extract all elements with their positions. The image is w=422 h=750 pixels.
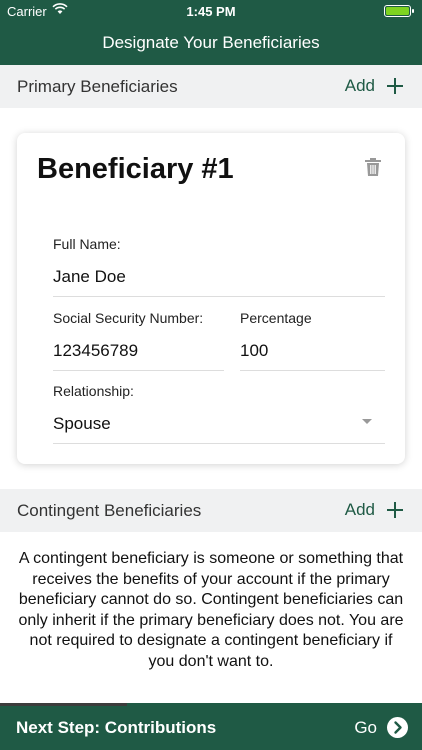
header: Carrier 1:45 PM Designate Your Beneficia… bbox=[0, 0, 422, 65]
clock: 1:45 PM bbox=[186, 4, 236, 19]
beneficiary-title: Beneficiary #1 bbox=[37, 153, 234, 185]
relationship-underline bbox=[53, 443, 385, 444]
battery-icon bbox=[384, 5, 414, 17]
relationship-label: Relationship: bbox=[53, 383, 134, 399]
next-step-bar[interactable]: Next Step: Contributions Go bbox=[0, 706, 422, 750]
beneficiary-card: Beneficiary #1 Full Name: Jane Doe Socia… bbox=[17, 133, 405, 464]
status-bar: Carrier 1:45 PM bbox=[0, 0, 422, 22]
relationship-select[interactable]: Spouse bbox=[53, 414, 111, 434]
arrow-right-circle-icon[interactable] bbox=[387, 717, 408, 738]
ssn-underline bbox=[53, 370, 224, 371]
contingent-beneficiaries-bar: Contingent Beneficiaries Add bbox=[0, 489, 422, 532]
ssn-input[interactable]: 123456789 bbox=[53, 341, 138, 361]
go-button[interactable]: Go bbox=[354, 718, 377, 738]
contingent-description: A contingent beneficiary is someone or s… bbox=[18, 550, 404, 670]
plus-icon[interactable] bbox=[387, 78, 403, 94]
percentage-input[interactable]: 100 bbox=[240, 341, 268, 361]
primary-beneficiaries-label: Primary Beneficiaries bbox=[17, 77, 178, 96]
full-name-input[interactable]: Jane Doe bbox=[53, 267, 126, 287]
chevron-down-icon[interactable] bbox=[362, 419, 372, 424]
add-primary-button[interactable]: Add bbox=[345, 76, 375, 96]
primary-beneficiaries-bar: Primary Beneficiaries Add bbox=[0, 65, 422, 108]
next-step-label: Next Step: Contributions bbox=[16, 718, 217, 737]
percentage-underline bbox=[240, 370, 385, 371]
page-title: Designate Your Beneficiaries bbox=[102, 33, 320, 52]
contingent-beneficiaries-label: Contingent Beneficiaries bbox=[17, 501, 202, 520]
ssn-label: Social Security Number: bbox=[53, 310, 204, 326]
percentage-label: Percentage bbox=[240, 310, 312, 326]
trash-icon[interactable] bbox=[365, 158, 381, 176]
full-name-label: Full Name: bbox=[53, 236, 121, 252]
add-contingent-button[interactable]: Add bbox=[345, 500, 375, 520]
plus-icon[interactable] bbox=[387, 502, 403, 518]
full-name-underline bbox=[53, 296, 385, 297]
